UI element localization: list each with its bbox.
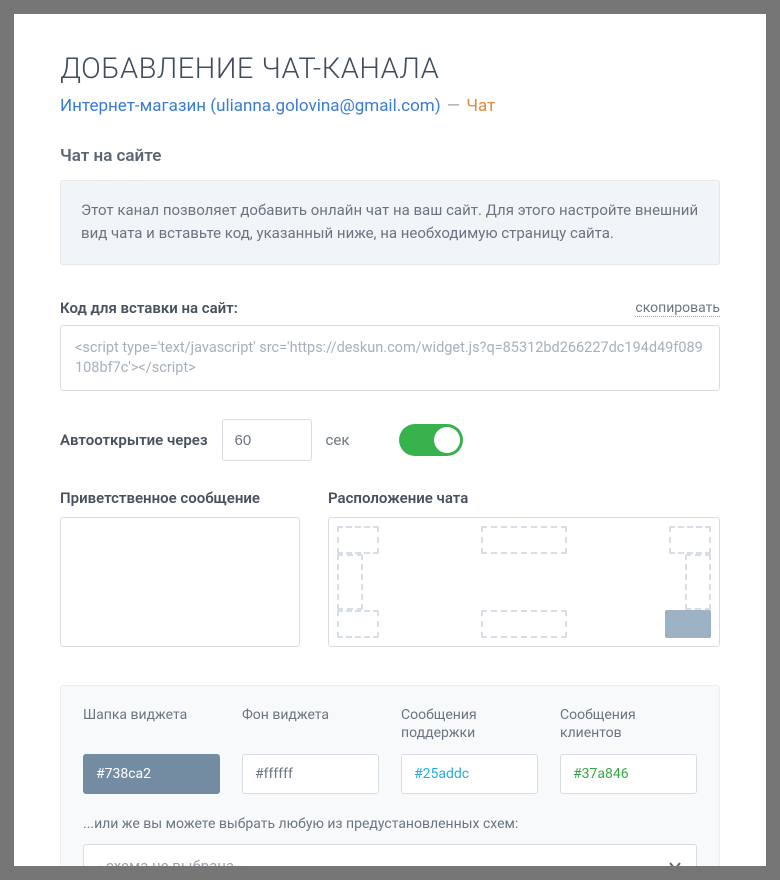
scheme-hint: ...или же вы можете выбрать любую из пре…: [83, 816, 697, 832]
copy-code-link[interactable]: скопировать: [635, 300, 720, 317]
breadcrumb-link[interactable]: Интернет-магазин (ulianna.golovina@gmail…: [60, 96, 441, 116]
color-header-input[interactable]: #738ca2: [83, 754, 220, 794]
chat-position-picker: [328, 517, 720, 647]
position-top-right[interactable]: [669, 526, 711, 554]
color-support-input[interactable]: #25addc: [401, 754, 538, 794]
color-bg-input[interactable]: #ffffff: [242, 754, 379, 794]
auto-open-label: Автооткрытие через: [60, 431, 208, 449]
color-client-input[interactable]: #37a846: [560, 754, 697, 794]
position-middle-right[interactable]: [685, 554, 711, 610]
auto-open-seconds-input[interactable]: [222, 419, 312, 461]
breadcrumb-current: Чат: [466, 96, 495, 116]
page-title: ДОБАВЛЕНИЕ ЧАТ-КАНАЛА: [60, 52, 720, 86]
color-support-label: Сообщения поддержки: [401, 706, 538, 742]
auto-open-row: Автооткрытие через сек: [60, 419, 720, 461]
color-header-label: Шапка виджета: [83, 706, 220, 742]
embed-code-label: Код для вставки на сайт:: [60, 299, 238, 317]
embed-code-box[interactable]: <script type='text/javascript' src='http…: [60, 325, 720, 392]
section-heading: Чат на сайте: [60, 146, 720, 166]
breadcrumb: Интернет-магазин (ulianna.golovina@gmail…: [60, 96, 720, 116]
welcome-message-input[interactable]: [60, 517, 300, 647]
chevron-down-icon: [668, 859, 682, 866]
position-bottom-center[interactable]: [481, 610, 567, 638]
breadcrumb-separator: —: [447, 96, 460, 116]
colors-panel: Шапка виджета #738ca2 Фон виджета #fffff…: [60, 685, 720, 866]
embed-code-section: Код для вставки на сайт: скопировать <sc…: [60, 299, 720, 392]
color-bg-label: Фон виджета: [242, 706, 379, 742]
position-middle-left[interactable]: [337, 554, 363, 610]
welcome-message-label: Приветственное сообщение: [60, 489, 300, 507]
toggle-knob: [434, 427, 460, 453]
settings-panel: ДОБАВЛЕНИЕ ЧАТ-КАНАЛА Интернет-магазин (…: [14, 14, 766, 866]
position-top-left[interactable]: [337, 526, 379, 554]
scheme-select-placeholder: - схема не выбрана -: [98, 857, 242, 866]
position-bottom-left[interactable]: [337, 610, 379, 638]
scheme-select[interactable]: - схема не выбрана -: [83, 844, 697, 866]
color-client-label: Сообщения клиентов: [560, 706, 697, 742]
info-description: Этот канал позволяет добавить онлайн чат…: [60, 180, 720, 265]
auto-open-unit: сек: [326, 431, 350, 449]
auto-open-toggle[interactable]: [399, 424, 463, 456]
position-selected-indicator: [665, 610, 711, 638]
chat-position-label: Расположение чата: [328, 489, 720, 507]
position-top-center[interactable]: [481, 526, 567, 554]
